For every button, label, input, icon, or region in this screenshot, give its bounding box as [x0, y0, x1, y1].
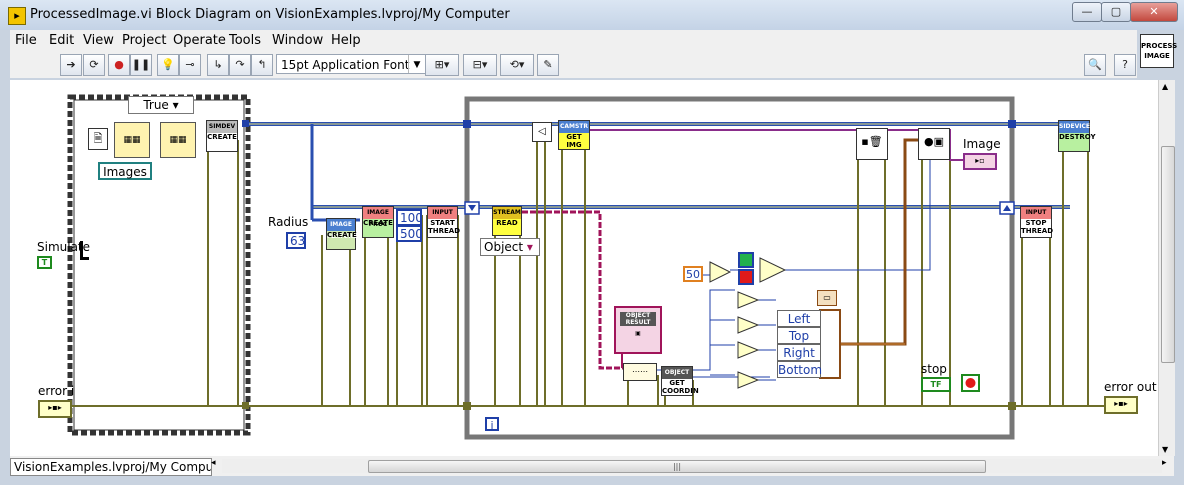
distribute-icon[interactable]: ⊟▾ [463, 54, 497, 76]
cluster-field-right[interactable]: Right [777, 344, 821, 361]
close-button[interactable]: ✕ [1130, 2, 1178, 22]
stream-read-node[interactable]: STREAM READ [492, 206, 522, 236]
scroll-left-icon[interactable]: ◂ [211, 458, 216, 468]
font-dropdown[interactable]: 15pt Application Font ▼ [276, 54, 426, 74]
window-titlebar[interactable]: ▸ ProcessedImage.vi Block Diagram on Vis… [0, 0, 1184, 30]
menu-window[interactable]: Window [272, 33, 323, 48]
vi-icon-line1: PROCESS [1141, 42, 1178, 50]
step-out-icon[interactable]: ↰ [251, 54, 273, 76]
image-feature-create-node[interactable]: IMAGE FEATURE CREATE [326, 218, 357, 250]
menu-file[interactable]: File [15, 33, 37, 48]
error-in-label: error i [38, 384, 75, 398]
scroll-right-icon[interactable]: ▸ [1162, 458, 1167, 468]
cluster-field-top[interactable]: Top [777, 327, 821, 344]
menu-view[interactable]: View [83, 33, 114, 48]
vertical-scroll-thumb[interactable] [1161, 146, 1175, 363]
camstr-get-img-node[interactable]: CAMSTR GET IMG [558, 120, 590, 150]
object-result-class-constant[interactable]: OBJECT RESULT ▣ [614, 306, 662, 354]
stop-label: stop [921, 362, 947, 376]
abort-icon[interactable]: ● [108, 54, 130, 76]
horizontal-scroll-thumb[interactable]: ||| [368, 460, 986, 473]
toolbar: ➔ ⟳ ● ❚❚ 💡 ⊸ ↳ ↷ ↰ 15pt Application Font… [10, 52, 1137, 78]
stop-constant[interactable]: TF [921, 377, 951, 392]
images-label[interactable]: Images [98, 162, 152, 180]
step-over-icon[interactable]: ↷ [229, 54, 251, 76]
align-icon[interactable]: ⊞▾ [425, 54, 459, 76]
stop-terminal-icon[interactable] [962, 375, 979, 391]
object-dropdown-value: Object [484, 240, 524, 254]
minimize-button[interactable]: — [1072, 2, 1102, 22]
font-dropdown-value: 15pt Application Font [281, 58, 410, 72]
image-indicator[interactable]: ▸▫ [963, 153, 997, 170]
step-into-icon[interactable]: ↳ [207, 54, 229, 76]
error-out-label: error out [1104, 380, 1157, 394]
speaker-icon[interactable]: ◁ [532, 122, 552, 142]
image-label: Image [963, 137, 1001, 151]
scroll-up-icon[interactable]: ▲ [1162, 82, 1168, 91]
overlay-icon[interactable]: ●▣ [918, 128, 950, 160]
menu-tools[interactable]: Tools [229, 33, 261, 48]
array-function-icon[interactable]: ▦▦ [114, 122, 150, 158]
maximize-button[interactable]: ▢ [1101, 2, 1131, 22]
unbundle-node[interactable]: ⋯⋯ [623, 363, 657, 381]
help-icon[interactable]: ? [1114, 54, 1136, 76]
const-50[interactable]: 50 [683, 266, 703, 282]
vi-icon-line2: IMAGE [1144, 52, 1170, 60]
project-path[interactable]: VisionExamples.lvproj/My Computer [10, 458, 212, 476]
simdev-create-node[interactable]: SIMDEV CREATE [206, 120, 238, 152]
run-arrow-icon[interactable]: ➔ [60, 54, 82, 76]
highlight-execution-icon[interactable]: 💡 [157, 54, 179, 76]
object-result-get-coordin-node[interactable]: OBJECT RESULT GET COORDIN [661, 366, 699, 396]
run-continuous-icon[interactable]: ⟳ [83, 54, 105, 76]
reorder-icon[interactable]: ⟲▾ [500, 54, 534, 76]
cluster-type-icon: ▭ [817, 290, 837, 306]
iteration-terminal[interactable]: i [485, 417, 499, 432]
status-bar: VisionExamples.lvproj/My Computer ◂ ||| … [10, 456, 1174, 476]
file-dialog-icon[interactable]: 🗎 [88, 128, 108, 150]
array-function-icon-2[interactable]: ▦▦ [160, 122, 196, 158]
scroll-down-icon[interactable]: ▼ [1162, 445, 1168, 454]
case-selector[interactable]: True ▾ [128, 96, 194, 114]
menu-edit[interactable]: Edit [49, 33, 74, 48]
error-out-terminal[interactable]: ▸▪▸ [1104, 396, 1138, 414]
vertical-scrollbar[interactable]: ▲ ▼ [1158, 80, 1175, 456]
trash-icon[interactable]: ▪🗑 [856, 128, 888, 160]
cleanup-icon[interactable]: ✎ [537, 54, 559, 76]
case-selector-terminal [80, 241, 89, 260]
image-proc-create-node[interactable]: IMAGE PROC CREATE [362, 206, 394, 238]
pause-icon[interactable]: ❚❚ [130, 54, 152, 76]
input-start-thread-node[interactable]: INPUT START THREAD [427, 206, 460, 238]
const-100[interactable]: 100 [396, 209, 423, 226]
vi-connector-icon[interactable]: PROCESS IMAGE [1140, 34, 1178, 68]
menu-operate[interactable]: Operate [173, 33, 226, 48]
labview-vi-icon: ▸ [8, 7, 26, 25]
error-in-terminal[interactable]: ▸▪▸ [38, 400, 72, 418]
radius-constant[interactable]: 63 [286, 232, 306, 249]
case-selector-value: True [143, 98, 169, 112]
sidevice-destroy-node[interactable]: SIDEVICE DESTROY [1058, 120, 1096, 152]
simulate-constant[interactable]: T [37, 256, 52, 269]
retain-wire-values-icon[interactable]: ⊸ [179, 54, 201, 76]
radius-label: Radius [268, 215, 309, 229]
object-dropdown[interactable]: Object ▾ [480, 238, 540, 256]
const-500[interactable]: 500 [396, 225, 423, 242]
input-stop-thread-node[interactable]: INPUT STOP THREAD [1020, 206, 1053, 238]
window-title: ProcessedImage.vi Block Diagram on Visio… [30, 7, 510, 22]
menu-project[interactable]: Project [122, 33, 166, 48]
menu-bar: File Edit View Project Operate Tools Win… [10, 30, 1137, 52]
cluster-field-bottom[interactable]: Bottom [777, 361, 822, 378]
search-icon[interactable]: 🔍 [1084, 54, 1106, 76]
block-diagram[interactable]: True ▾ 🗎 ▦▦ ▦▦ Images SIMDEV CREATE Simu… [10, 80, 1158, 456]
chevron-down-icon: ▼ [408, 55, 425, 73]
horizontal-scrollbar[interactable]: ||| [222, 459, 1162, 473]
menu-help[interactable]: Help [331, 33, 361, 48]
cluster-field-left[interactable]: Left [777, 310, 821, 327]
